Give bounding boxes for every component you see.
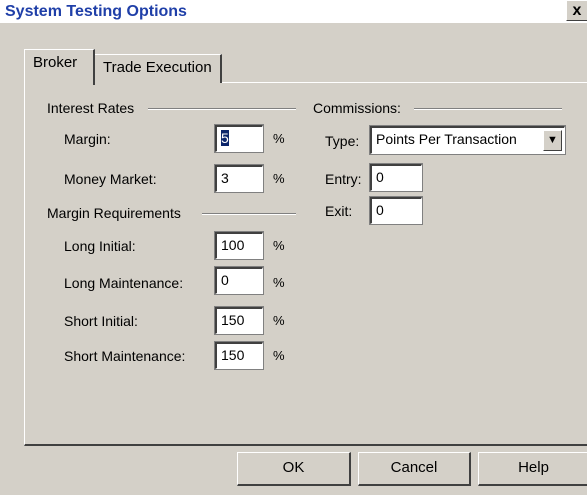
close-button[interactable]: x — [566, 0, 587, 21]
chevron-down-icon: ▼ — [547, 134, 558, 146]
long-maintenance-input[interactable]: 0 — [214, 266, 264, 295]
long-maintenance-label: Long Maintenance: — [64, 275, 184, 291]
interest-rates-heading: Interest Rates — [47, 100, 135, 116]
exit-input[interactable]: 0 — [369, 196, 423, 225]
margin-percent-sign: % — [273, 131, 285, 146]
margin-requirements-heading: Margin Requirements — [47, 205, 181, 221]
margin-requirements-divider — [202, 213, 296, 215]
tab-trade-execution[interactable]: Trade Execution — [94, 54, 222, 83]
entry-label: Entry: — [325, 171, 362, 187]
dropdown-button[interactable]: ▼ — [543, 130, 562, 151]
money-market-input[interactable]: 3 — [214, 164, 264, 193]
tab-broker[interactable]: Broker — [24, 49, 95, 85]
type-label: Type: — [325, 133, 360, 149]
short-initial-label: Short Initial: — [64, 313, 138, 329]
short-initial-input[interactable]: 150 — [214, 306, 264, 335]
long-initial-input[interactable]: 100 — [214, 231, 264, 260]
ok-button[interactable]: OK — [237, 452, 351, 486]
cancel-button[interactable]: Cancel — [358, 452, 471, 486]
long-initial-label: Long Initial: — [64, 238, 136, 254]
system-testing-options-dialog: System Testing Options x Broker Trade Ex… — [0, 0, 587, 495]
commissions-heading: Commissions: — [313, 100, 401, 116]
title-bar[interactable]: System Testing Options x — [0, 0, 587, 23]
short-maintenance-input[interactable]: 150 — [214, 341, 264, 370]
margin-input[interactable]: 5 — [214, 124, 264, 153]
short-maintenance-percent-sign: % — [273, 348, 285, 363]
short-initial-percent-sign: % — [273, 313, 285, 328]
commission-type-select[interactable]: Points Per Transaction ▼ — [369, 125, 566, 155]
long-initial-percent-sign: % — [273, 238, 285, 253]
exit-label: Exit: — [325, 203, 353, 219]
close-icon: x — [572, 2, 582, 19]
long-maintenance-percent-sign: % — [273, 275, 285, 290]
margin-label: Margin: — [64, 131, 111, 147]
money-market-label: Money Market: — [64, 171, 157, 187]
commissions-divider — [414, 108, 562, 110]
margin-value: 5 — [221, 130, 229, 146]
window-title: System Testing Options — [5, 3, 187, 20]
help-button[interactable]: Help — [478, 452, 587, 486]
short-maintenance-label: Short Maintenance: — [64, 348, 186, 364]
interest-rates-divider — [148, 108, 296, 110]
entry-input[interactable]: 0 — [369, 163, 423, 192]
commission-type-value: Points Per Transaction — [376, 131, 517, 147]
money-market-percent-sign: % — [273, 171, 285, 186]
